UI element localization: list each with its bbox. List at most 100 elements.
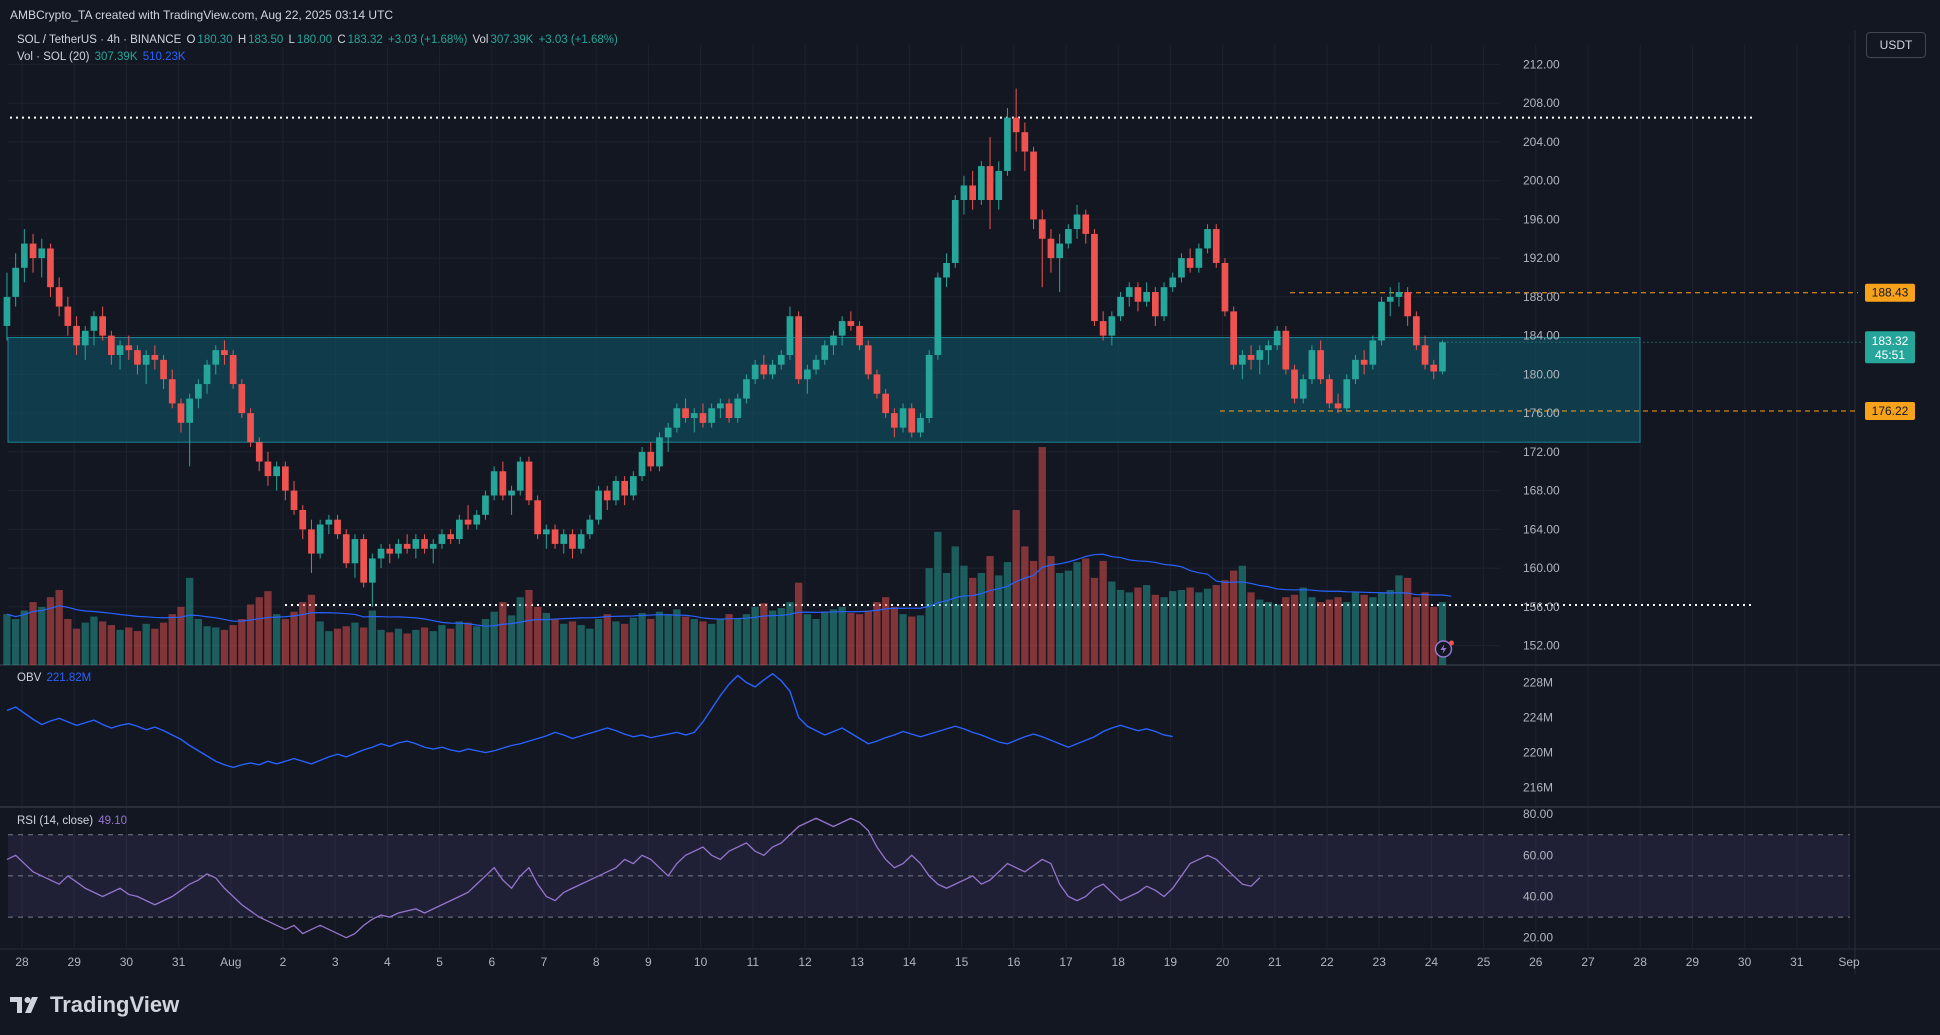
candle-body (1291, 369, 1298, 399)
candle-body (464, 519, 472, 525)
volume-bar (455, 621, 463, 665)
candle-body (908, 408, 916, 433)
volume-bar (969, 577, 977, 665)
volume-bar (655, 611, 664, 665)
volume-bar (186, 577, 194, 665)
volume-bar (1056, 573, 1064, 665)
candle-body (429, 543, 437, 549)
time-tick-24: 21 (1268, 955, 1282, 969)
volume-bar (603, 614, 611, 665)
candle-body (1134, 287, 1142, 302)
time-tick-21: 18 (1112, 955, 1126, 969)
candle-body (421, 539, 428, 549)
candle-body (116, 345, 124, 355)
volume-bar (1247, 592, 1255, 665)
last-price-label: 183.32 (1872, 334, 1909, 348)
candle-body (1221, 262, 1229, 312)
volume-bar (1386, 589, 1394, 665)
candle-body (1369, 340, 1377, 365)
candle-body (1143, 292, 1150, 302)
volume-bar (1134, 587, 1142, 665)
candle-body (603, 490, 611, 501)
volume-bar (1377, 592, 1386, 665)
candle-body (1386, 296, 1394, 302)
candle-body (821, 345, 829, 360)
time-tick-9: 6 (488, 955, 495, 969)
price-tick-1: 208.00 (1523, 96, 1560, 110)
tradingview-logo[interactable]: TradingView (10, 992, 179, 1018)
time-tick-17: 14 (903, 955, 917, 969)
candle-body (360, 539, 367, 583)
candle-body (1117, 296, 1124, 317)
volume-bar (1108, 581, 1116, 665)
volume-bar (1012, 510, 1020, 665)
volume-bar (333, 628, 342, 665)
volume-bar (725, 614, 733, 665)
time-tick-3: 31 (172, 955, 186, 969)
volume-bar (864, 610, 872, 665)
volume-bar (1308, 597, 1316, 665)
volume-bar (1256, 599, 1264, 665)
candle-body (1352, 359, 1359, 380)
volume-bar (360, 627, 368, 665)
volume-bar (1021, 546, 1029, 665)
legend-volume[interactable]: Vol · SOL (20) 307.39K 510.23K (17, 51, 188, 63)
time-tick-19: 16 (1007, 955, 1021, 969)
time-tick-0: 28 (15, 955, 29, 969)
candle-body (717, 403, 724, 409)
volume-bar (821, 611, 829, 665)
price-chart[interactable]: 212.00 208.00 204.00 200.00 196.00 192.00 188.… (0, 30, 1940, 974)
legend-vol-ma-label[interactable]: Vol · SOL (20) (17, 51, 89, 63)
volume-bar (708, 623, 716, 665)
rsi-label[interactable]: RSI (14, close) (17, 815, 93, 827)
legend-low: 180.00 (296, 34, 333, 46)
candle-body (812, 359, 820, 370)
candle-body (621, 480, 628, 496)
candle-body (1038, 219, 1046, 239)
candle-body (229, 355, 237, 385)
candle-body (856, 325, 863, 346)
candle-body (1204, 229, 1211, 249)
candle-body (586, 519, 594, 535)
volume-bar (751, 606, 759, 665)
volume-bar (1325, 599, 1333, 665)
candle-body (473, 514, 481, 525)
candle-body (1334, 403, 1342, 409)
currency-button[interactable]: USDT (1866, 32, 1926, 58)
candle-body (499, 471, 507, 496)
volume-bar (490, 611, 498, 665)
volume-bar (638, 612, 646, 665)
candle-body (264, 461, 272, 477)
obv-label[interactable]: OBV (17, 672, 41, 684)
volume-bar (925, 568, 933, 665)
legend-obv[interactable]: OBV 221.82M (17, 672, 93, 684)
candle-body (934, 277, 942, 355)
candle-body (917, 417, 924, 433)
volume-bar (90, 616, 98, 665)
volume-bar (777, 608, 785, 665)
candle-body (638, 451, 646, 477)
candle-body (351, 539, 359, 564)
volume-bar (621, 623, 629, 665)
legend-rsi[interactable]: RSI (14, close) 49.10 (17, 815, 129, 827)
legend-o-label: O (186, 34, 196, 46)
candle-body (864, 345, 872, 375)
candle-body (1395, 292, 1403, 297)
time-tick-33: 30 (1738, 955, 1752, 969)
candle-body (255, 442, 263, 462)
price-tick-0: 212.00 (1523, 57, 1560, 71)
volume-bar (116, 629, 124, 665)
candle-body (1065, 229, 1072, 244)
candle-body (891, 413, 898, 428)
legend-symbol[interactable]: SOL / TetherUS · 4h · BINANCE (17, 34, 181, 46)
volume-bar (664, 614, 672, 665)
legend-vol-ma-1: 307.39K (94, 51, 138, 63)
candle-body (168, 379, 176, 404)
legend-main[interactable]: SOL / TetherUS · 4h · BINANCE O 180.30 H1… (17, 34, 620, 46)
volume-bar (20, 610, 28, 665)
candle-body (943, 262, 950, 278)
volume-bar (568, 621, 577, 665)
volume-bar (412, 629, 420, 665)
candle-body (1230, 311, 1237, 365)
obv-value: 221.82M (46, 672, 92, 684)
